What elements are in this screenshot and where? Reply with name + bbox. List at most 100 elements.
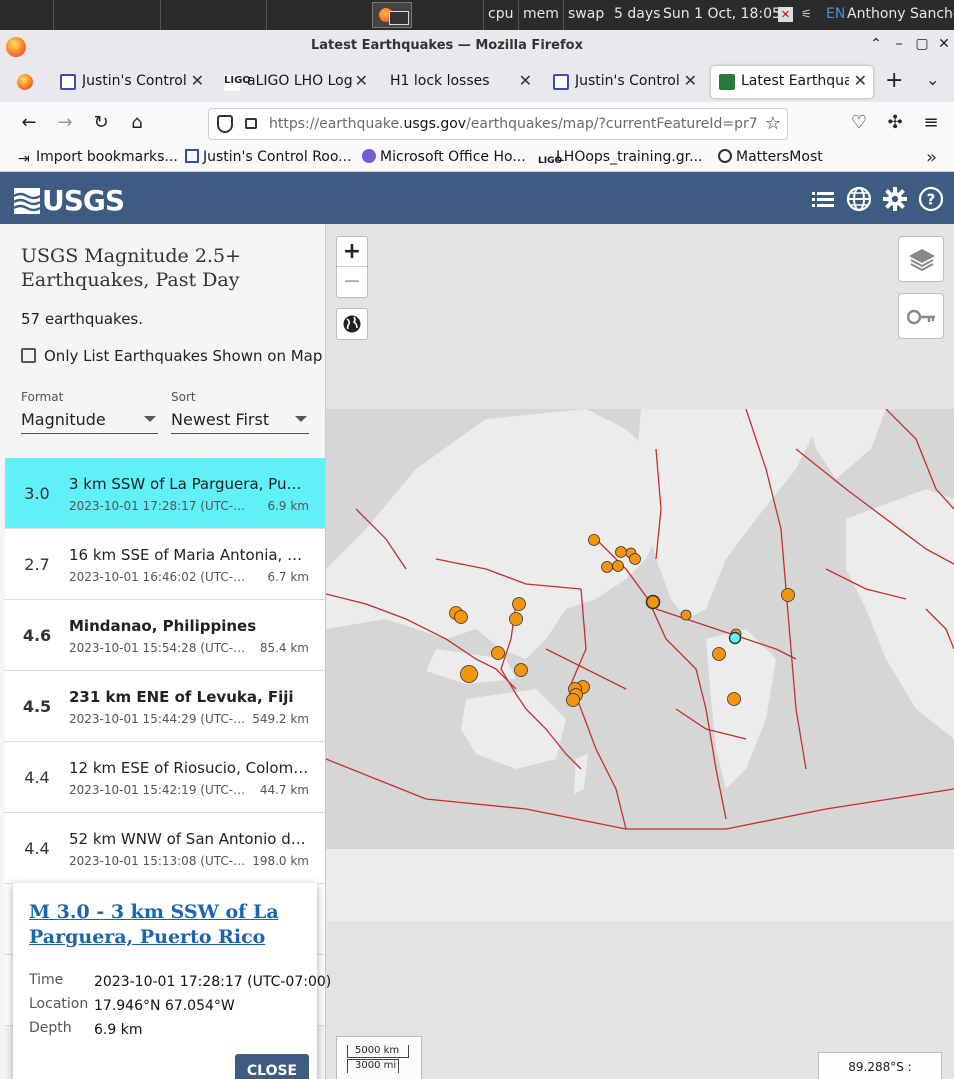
chevron-up-icon[interactable]: ⌃ [866,36,886,52]
sort-select[interactable]: Sort Newest First [171,390,309,434]
layers-button[interactable] [898,236,944,282]
close-tab-icon[interactable]: ✕ [684,71,697,90]
list-item[interactable]: 4.4 12 km ESE of Riosucio, Colombia 2023… [5,742,325,813]
url-suffix: /earthquakes/map/?currentFeatureId=pr7 [466,116,758,132]
minimize-icon[interactable]: – [889,36,909,52]
tab-justins-control-room-1[interactable]: Justin's Control Roo ✕ [52,66,210,98]
list-item[interactable]: 2.7 16 km SSE of Maria Antonia, Puerto R… [5,529,325,600]
legend-button[interactable] [898,293,944,339]
usgs-logo[interactable]: USGS [14,184,125,217]
quake-marker[interactable] [454,610,468,624]
list-item[interactable]: 4.4 52 km WNW of San Antonio de los Cobr… [5,813,325,884]
bookmark-mattersmost[interactable]: MattersMost [718,149,823,165]
close-tab-icon[interactable]: ✕ [191,71,204,90]
close-button[interactable]: CLOSE [235,1054,309,1079]
list-item[interactable]: 3.0 3 km SSW of La Parguera, Puerto Rico… [5,458,325,529]
maximize-icon[interactable]: ▢ [912,36,932,52]
tab-justins-control-room-2[interactable]: Justin's Control Roo ✕ [545,66,703,98]
workspace-3[interactable] [161,0,267,30]
list-all-tabs-icon[interactable]: ⌄ [926,70,939,89]
ligo-icon: LIGO [538,156,563,166]
workspace-2[interactable] [54,0,161,30]
bookmark-import[interactable]: ⇥ Import bookmarks... [18,149,178,167]
quake-marker[interactable] [491,646,505,660]
extensions-icon[interactable]: ✣ [883,112,907,136]
scale-mi: 3000 mi [347,1059,399,1073]
globe-icon[interactable] [846,186,872,212]
selected-quake-marker[interactable] [728,631,742,645]
more-bookmarks-icon[interactable]: » [926,147,937,168]
quake-marker[interactable] [781,588,795,602]
quake-marker[interactable] [680,609,692,621]
bookmark-lhoops-training[interactable]: LIGOLHOops_training.gr... [538,149,703,170]
map[interactable]: + − 5000 km 3000 mi 89.288°S : 87.188°E [326,224,954,1079]
url-bar[interactable]: https://earthquake.usgs.gov/earthquakes/… [208,108,788,140]
only-list-shown-checkbox[interactable]: Only List Earthquakes Shown on Map [21,347,322,365]
forward-icon[interactable]: → [53,112,77,136]
quake-marker[interactable] [727,692,741,706]
checkbox-icon[interactable] [21,348,36,363]
sort-value[interactable]: Newest First [171,410,309,434]
list-icon[interactable] [810,186,836,212]
bookmark-justins-control-room[interactable]: Justin's Control Roo... [185,149,352,165]
quake-marker[interactable] [566,693,580,707]
quake-marker[interactable] [601,561,613,573]
keyboard-language[interactable]: EN [826,6,845,22]
tab-latest-earthquakes[interactable]: Latest Earthquakes ✕ [711,66,873,98]
world-map[interactable] [326,409,954,921]
tab-aligo-logbook[interactable]: LIGO aLIGO LHO Logbook ✕ [216,66,374,98]
earthquake-count: 57 earthquakes. [21,310,144,328]
workspace-1[interactable] [0,0,54,30]
quake-marker[interactable] [615,546,627,558]
firefox-view-icon [17,74,33,90]
quake-marker[interactable] [712,647,726,661]
zoom-in-button[interactable]: + [337,237,367,267]
usgs-icon [719,74,735,90]
user-name[interactable]: Anthony Sanchez [847,6,954,22]
quake-marker[interactable] [460,665,478,683]
lock-icon[interactable] [245,118,257,129]
close-window-icon[interactable]: ✕ [934,36,954,52]
quake-marker[interactable] [612,560,624,572]
list-item[interactable]: 4.6 Mindanao, Philippines 2023-10-01 15:… [5,600,325,671]
close-tab-icon[interactable]: ✕ [355,71,368,90]
quake-marker[interactable] [512,597,526,611]
mem-meter: mem [518,0,563,30]
globe-view-button[interactable] [336,308,368,340]
quake-marker[interactable] [588,534,600,546]
format-select[interactable]: Format Magnitude [21,390,158,434]
mattermost-icon [718,149,732,163]
tab-firefox-view[interactable] [6,66,46,98]
firefox-taskbar-icon[interactable] [372,2,412,28]
popup-title-link[interactable]: M 3.0 - 3 km SSW of La Parguera, Puerto … [29,900,299,950]
new-tab-icon[interactable]: + [885,68,903,93]
location-label: Location [29,996,89,1012]
close-tab-icon[interactable]: ✕ [854,71,867,90]
pocket-icon[interactable]: ♡ [847,112,871,136]
quake-marker[interactable] [509,612,523,626]
scale-km: 5000 km [347,1045,409,1058]
svg-text:?: ? [927,191,936,209]
depth: 198.0 km [252,854,309,868]
format-value[interactable]: Magnitude [21,410,158,434]
bookmark-microsoft-office[interactable]: Microsoft Office Ho... [362,149,526,165]
url-text[interactable]: https://earthquake.usgs.gov/earthquakes/… [269,116,758,132]
quake-marker[interactable] [645,594,661,610]
gear-icon[interactable] [882,186,908,212]
help-icon[interactable]: ? [918,186,944,212]
quake-marker[interactable] [514,663,528,677]
network-icon[interactable]: ⚟ [801,7,819,22]
list-item[interactable]: 4.5 231 km ENE of Levuka, Fiji 2023-10-0… [5,671,325,742]
back-icon[interactable]: ← [17,112,41,136]
bookmark-star-icon[interactable]: ☆ [765,113,781,134]
menu-icon[interactable]: ≡ [919,112,943,136]
close-x-icon[interactable]: ✕ [778,7,793,22]
tracking-shield-icon[interactable] [217,115,233,133]
close-tab-icon[interactable]: ✕ [519,71,532,90]
tab-h1-lock-losses[interactable]: H1 lock losses ✕ [380,66,538,98]
home-icon[interactable]: ⌂ [125,112,149,136]
time: 2023-10-01 15:44:29 (UTC-07:00) [69,712,247,726]
zoom-out-button[interactable]: − [337,267,367,297]
reload-icon[interactable]: ↻ [89,112,113,136]
quake-marker[interactable] [629,553,641,565]
